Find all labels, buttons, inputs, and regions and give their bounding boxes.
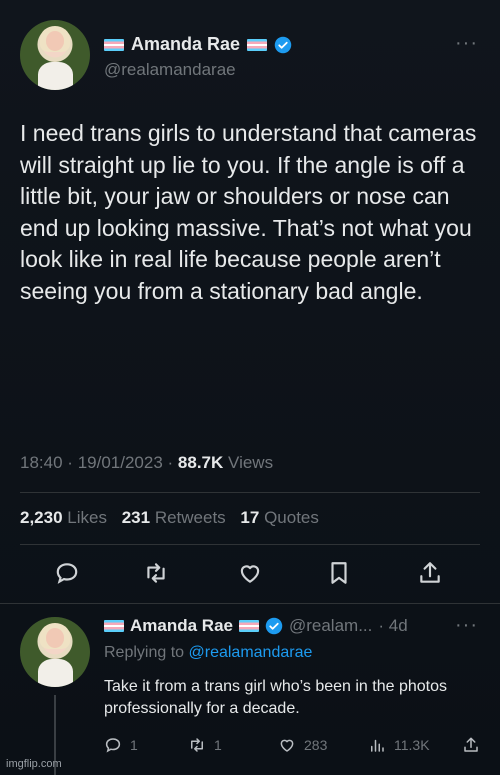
divider xyxy=(20,492,480,493)
quotes-count: 17 xyxy=(240,508,260,527)
likes-count: 2,230 xyxy=(20,508,63,527)
reply-header: Amanda Rae @realam... · 4d xyxy=(104,616,408,636)
reply-action[interactable]: 1 xyxy=(104,736,138,754)
retweets-count: 231 xyxy=(121,508,151,527)
avatar-face xyxy=(45,628,65,648)
separator-dot: · xyxy=(67,453,73,472)
views-action[interactable]: 11.3K xyxy=(368,736,430,754)
views-icon xyxy=(371,739,384,752)
engagement-stats: 2,230 Likes 231 Retweets 17 Quotes xyxy=(20,508,319,528)
replying-to: Replying to @realamandarae xyxy=(104,644,312,662)
retweet-action[interactable]: 1 xyxy=(188,736,222,754)
retweets-stat[interactable]: 231 Retweets xyxy=(122,508,226,527)
tweet-meta: 18:40 · 19/01/2023 · 88.7K Views xyxy=(20,453,273,473)
avatar[interactable] xyxy=(20,617,90,687)
avatar-face xyxy=(45,31,65,51)
share-icon[interactable] xyxy=(417,560,443,586)
avatar-body xyxy=(37,62,73,90)
views-count: 88.7K xyxy=(177,453,224,472)
divider xyxy=(20,544,480,545)
tweet-time[interactable]: 18:40 xyxy=(20,453,63,472)
like-count: 283 xyxy=(304,737,328,753)
retweet-icon[interactable] xyxy=(143,560,169,586)
display-name[interactable]: Amanda Rae xyxy=(131,34,240,55)
retweets-label: Retweets xyxy=(154,508,226,527)
author-name-row[interactable]: Amanda Rae xyxy=(104,34,292,55)
trans-flag-icon xyxy=(238,620,259,632)
share-icon xyxy=(464,737,478,752)
reply-text: Take it from a trans girl who’s been in … xyxy=(104,678,447,717)
like-icon xyxy=(280,739,294,752)
display-name[interactable]: Amanda Rae xyxy=(130,616,233,636)
verified-badge-icon xyxy=(274,36,292,53)
likes-stat[interactable]: 2,230 Likes xyxy=(20,508,107,527)
retweet-icon xyxy=(191,738,203,752)
user-handle[interactable]: @realamandarae xyxy=(104,60,236,80)
bookmark-icon[interactable] xyxy=(326,560,352,586)
quotes-label: Quotes xyxy=(264,508,319,527)
replying-to-link[interactable]: @realamandarae xyxy=(189,644,313,661)
trans-flag-icon xyxy=(247,38,268,51)
tweet-actions xyxy=(0,560,500,588)
replying-prefix: Replying to xyxy=(104,644,185,661)
avatar[interactable] xyxy=(20,20,90,90)
retweet-count: 1 xyxy=(214,737,222,753)
watermark: imgflip.com xyxy=(6,758,62,770)
more-icon[interactable]: ··· xyxy=(455,32,478,55)
reply-actions: 1 1 283 11.3K xyxy=(0,736,500,758)
trans-flag-icon xyxy=(104,38,124,51)
reply-icon xyxy=(105,738,121,753)
avatar-body xyxy=(37,659,73,687)
tweet-text: I need trans girls to understand that ca… xyxy=(20,120,477,304)
user-handle[interactable]: @realam... xyxy=(289,616,372,636)
trans-flag-icon xyxy=(104,620,124,632)
reply-age[interactable]: · 4d xyxy=(378,616,407,636)
reply-icon[interactable] xyxy=(54,560,80,586)
reply-count: 1 xyxy=(130,737,138,753)
views-label: Views xyxy=(228,453,274,472)
tweet-date[interactable]: 19/01/2023 xyxy=(78,453,163,472)
separator-dot: · xyxy=(167,453,174,472)
divider xyxy=(0,603,500,604)
share-action[interactable] xyxy=(462,736,480,754)
views-count: 11.3K xyxy=(394,737,430,753)
verified-badge-icon xyxy=(265,617,283,635)
likes-label: Likes xyxy=(67,508,107,527)
like-icon[interactable] xyxy=(237,560,263,586)
like-action[interactable]: 283 xyxy=(278,736,327,754)
quotes-stat[interactable]: 17 Quotes xyxy=(240,508,318,527)
more-icon[interactable]: ··· xyxy=(455,614,478,637)
